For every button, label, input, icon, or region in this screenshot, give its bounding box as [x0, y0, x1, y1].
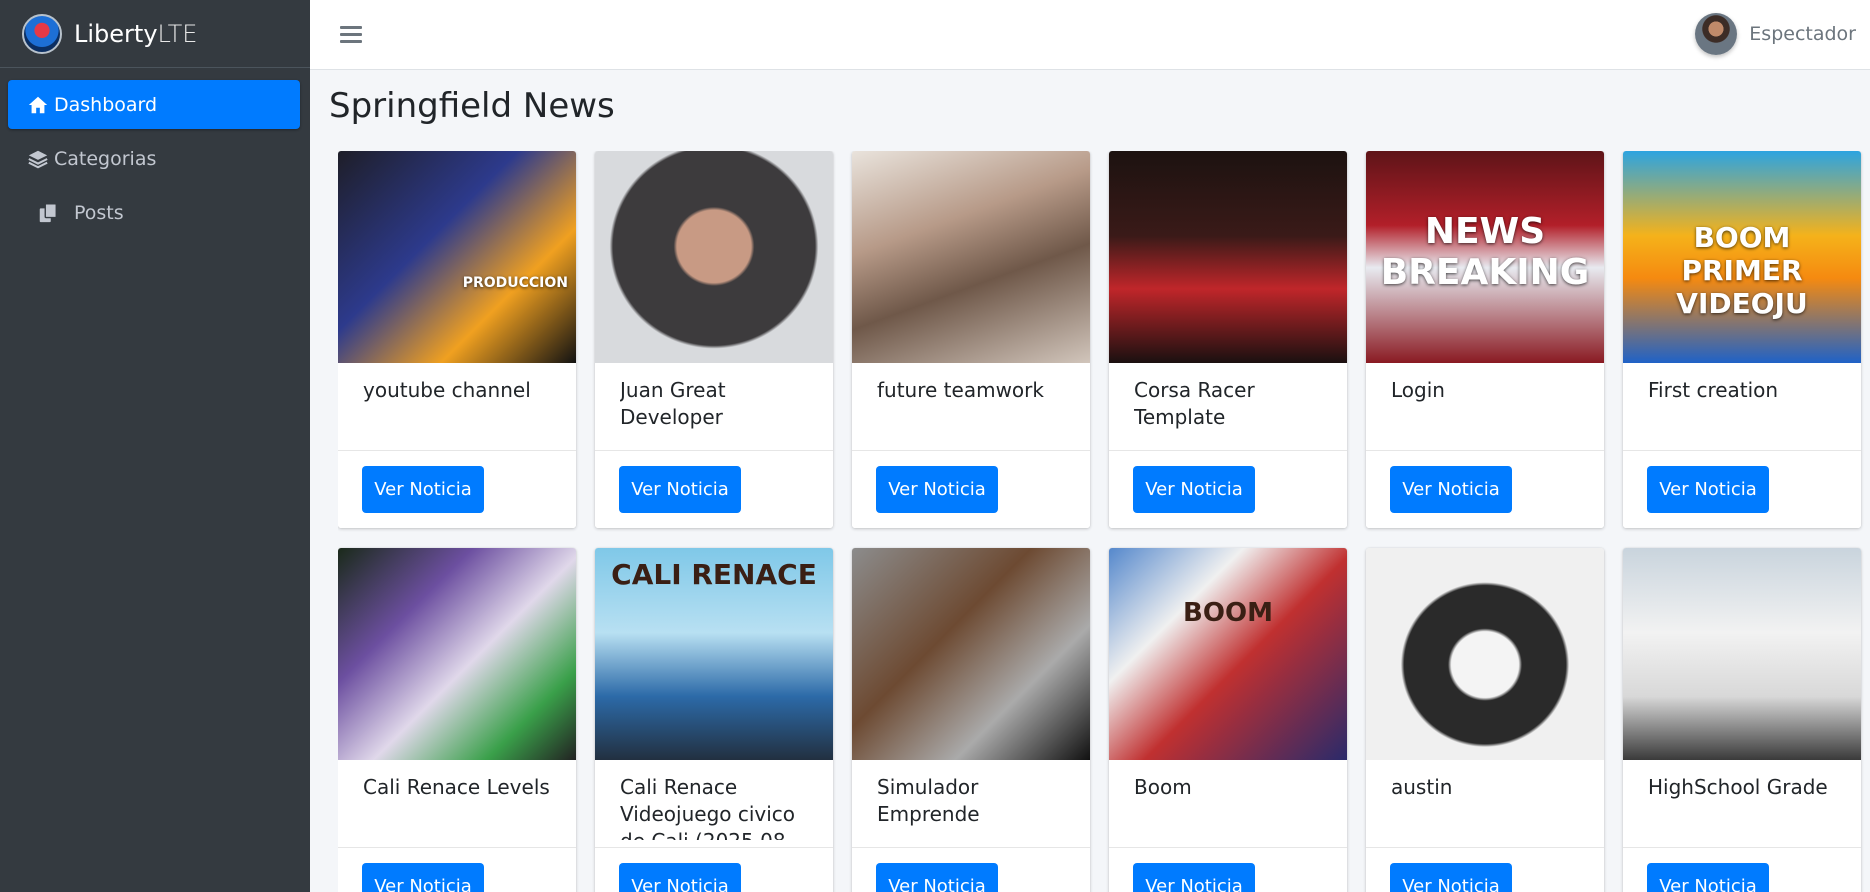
view-post-button[interactable]: Ver Noticia	[362, 466, 484, 513]
view-post-button[interactable]: Ver Noticia	[1133, 863, 1255, 892]
post-image-text: BOOM PRIMER VIDEOJU	[1676, 221, 1808, 320]
sidebar-item-posts[interactable]: Posts	[8, 188, 300, 237]
post-image[interactable]	[1366, 548, 1604, 760]
post-card: CALI RENACE Cali Renace Videojuego civic…	[595, 548, 833, 892]
card-footer: Ver Noticia	[595, 450, 833, 528]
post-title: HighSchool Grade	[1648, 775, 1828, 799]
view-post-button[interactable]: Ver Noticia	[1390, 466, 1512, 513]
sidebar-item-categorias[interactable]: Categorias	[8, 134, 300, 183]
post-title: Login	[1391, 378, 1445, 402]
card-footer: Ver Noticia	[595, 847, 833, 892]
brand-name: LibertyLTE	[74, 19, 198, 48]
post-title: Boom	[1134, 775, 1192, 799]
sidebar-item-dashboard[interactable]: Dashboard	[8, 80, 300, 129]
view-post-button[interactable]: Ver Noticia	[619, 466, 741, 513]
post-image-text: CALI RENACE	[611, 558, 817, 591]
card-footer: Ver Noticia	[1366, 847, 1604, 892]
card-footer: Ver Noticia	[1623, 847, 1861, 892]
sidebar-item-label: Posts	[74, 201, 124, 224]
post-card: BOOM Boom Ver Noticia	[1109, 548, 1347, 892]
brand-link[interactable]: LibertyLTE	[0, 0, 310, 68]
post-title: future teamwork	[877, 378, 1044, 402]
post-card: future teamwork Ver Noticia	[852, 151, 1090, 528]
post-card: NEWS BREAKING Login Ver Noticia	[1366, 151, 1604, 528]
view-post-button[interactable]: Ver Noticia	[619, 863, 741, 892]
view-post-button[interactable]: Ver Noticia	[876, 466, 998, 513]
post-card: Juan Great Developer Ver Noticia	[595, 151, 833, 528]
user-menu[interactable]: Espectador	[1695, 12, 1856, 56]
post-card: Simulador Emprende Ver Noticia	[852, 548, 1090, 892]
view-post-button[interactable]: Ver Noticia	[1133, 466, 1255, 513]
layers-icon	[26, 147, 50, 171]
sidebar-item-label: Categorias	[54, 147, 157, 170]
card-footer: Ver Noticia	[338, 847, 576, 892]
card-footer: Ver Noticia	[1366, 450, 1604, 528]
sidebar-item-label: Dashboard	[54, 93, 158, 116]
sidebar-nav: Dashboard Categorias Posts	[0, 68, 310, 237]
post-card: Corsa Racer Template Ver Noticia	[1109, 151, 1347, 528]
post-card: Cali Renace Levels Ver Noticia	[338, 548, 576, 892]
menu-toggle-icon[interactable]	[340, 22, 362, 46]
post-card: HighSchool Grade Ver Noticia	[1623, 548, 1861, 892]
post-title: austin	[1391, 775, 1453, 799]
view-post-button[interactable]: Ver Noticia	[362, 863, 484, 892]
post-image[interactable]	[852, 548, 1090, 760]
post-image[interactable]	[338, 548, 576, 760]
brand-logo	[22, 13, 62, 54]
user-name: Espectador	[1749, 23, 1856, 45]
post-title: First creation	[1648, 378, 1779, 402]
topbar: Espectador	[310, 0, 1870, 70]
post-title: Corsa Racer Template	[1134, 378, 1255, 429]
post-card: BOOM PRIMER VIDEOJU First creation Ver N…	[1623, 151, 1861, 528]
post-image-text: PRODUCCION	[462, 275, 568, 291]
view-post-button[interactable]: Ver Noticia	[1647, 466, 1769, 513]
view-post-button[interactable]: Ver Noticia	[1647, 863, 1769, 892]
home-icon	[26, 93, 50, 117]
card-footer: Ver Noticia	[852, 450, 1090, 528]
posts-grid: PRODUCCION youtube channel Ver Noticia J…	[338, 151, 1870, 892]
page-title: Springfield News	[329, 86, 615, 126]
copy-icon	[36, 201, 60, 225]
post-title: Juan Great Developer	[620, 378, 726, 429]
post-image[interactable]: PRODUCCION	[338, 151, 576, 363]
card-footer: Ver Noticia	[1623, 450, 1861, 528]
view-post-button[interactable]: Ver Noticia	[876, 863, 998, 892]
avatar	[1695, 13, 1738, 55]
card-footer: Ver Noticia	[852, 847, 1090, 892]
post-title: Simulador Emprende	[877, 775, 980, 826]
post-card: PRODUCCION youtube channel Ver Noticia	[338, 151, 576, 528]
sidebar: LibertyLTE Dashboard Categorias Posts	[0, 0, 310, 892]
post-image-text: BOOM	[1183, 598, 1273, 628]
post-image[interactable]	[852, 151, 1090, 363]
post-image[interactable]	[1109, 151, 1347, 363]
post-image[interactable]: CALI RENACE	[595, 548, 833, 760]
card-footer: Ver Noticia	[1109, 450, 1347, 528]
post-image[interactable]	[1623, 548, 1861, 760]
post-title: Cali Renace Levels	[363, 775, 550, 799]
post-image[interactable]: BOOM PRIMER VIDEOJU	[1623, 151, 1861, 363]
post-title: Cali Renace Videojuego civico de Cali (2…	[620, 775, 796, 840]
post-image-text: NEWS BREAKING	[1380, 211, 1590, 293]
post-image[interactable]: BOOM	[1109, 548, 1347, 760]
post-card: austin Ver Noticia	[1366, 548, 1604, 892]
view-post-button[interactable]: Ver Noticia	[1390, 863, 1512, 892]
post-image[interactable]	[595, 151, 833, 363]
card-footer: Ver Noticia	[1109, 847, 1347, 892]
card-footer: Ver Noticia	[338, 450, 576, 528]
post-image[interactable]: NEWS BREAKING	[1366, 151, 1604, 363]
post-title: youtube channel	[363, 378, 531, 402]
